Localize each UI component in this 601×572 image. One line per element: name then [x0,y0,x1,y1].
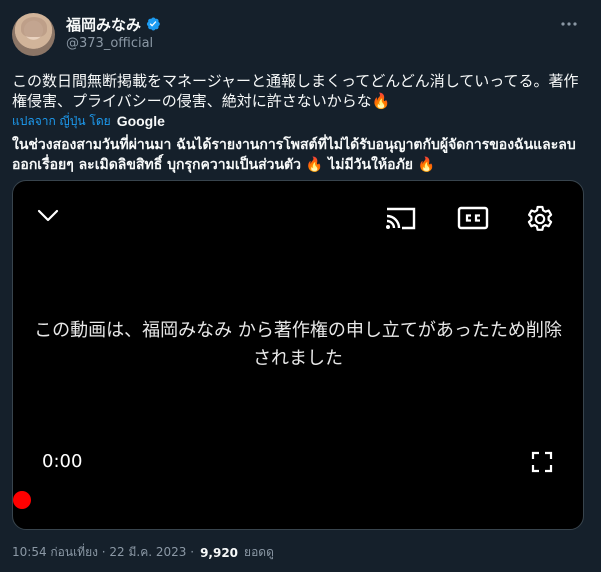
tweet-timestamp[interactable]: 10:54 ก่อนเที่ยง · 22 มี.ค. 2023 · [12,543,194,562]
verified-badge-icon [146,17,160,31]
translation-attribution: แปลจาก ญี่ปุ่น โดย Google [12,112,165,130]
author-name-row: 福岡みなみ [66,14,161,34]
google-logo: Google [116,113,165,129]
gear-icon[interactable] [525,204,555,234]
fullscreen-icon[interactable] [531,451,553,473]
author-handle[interactable]: @373_official [66,36,153,51]
translate-label[interactable]: แปลจาก ญี่ปุ่น โดย [12,112,111,131]
avatar[interactable] [12,13,55,56]
views-label: ยอดดู [244,545,274,559]
cast-icon[interactable] [384,206,417,231]
views-count: 9,920 [200,545,239,560]
more-icon[interactable] [559,14,579,34]
video-progress-handle[interactable] [13,491,31,509]
tweet-text: この数日間無断掲載をマネージャーと通報しまくってどんどん消していってる。著作権侵… [12,72,579,110]
video-removed-message: この動画は、福岡みなみ から著作権の申し立てがあったため削除されました [34,320,562,369]
chevron-down-icon[interactable] [35,205,61,225]
closed-captions-icon[interactable] [457,206,489,230]
video-current-time: 0:00 [42,451,83,472]
video-player[interactable]: この動画は、福岡みなみ から著作権の申し立てがあったため削除されました 0:00 [12,180,584,530]
tweet-meta: 10:54 ก่อนเที่ยง · 22 มี.ค. 2023 · 9,920… [12,543,274,562]
author-display-name[interactable]: 福岡みなみ [66,14,141,35]
translated-text: ในช่วงสองสามวันที่ผ่านมา ฉันได้รายงานการ… [12,137,576,173]
